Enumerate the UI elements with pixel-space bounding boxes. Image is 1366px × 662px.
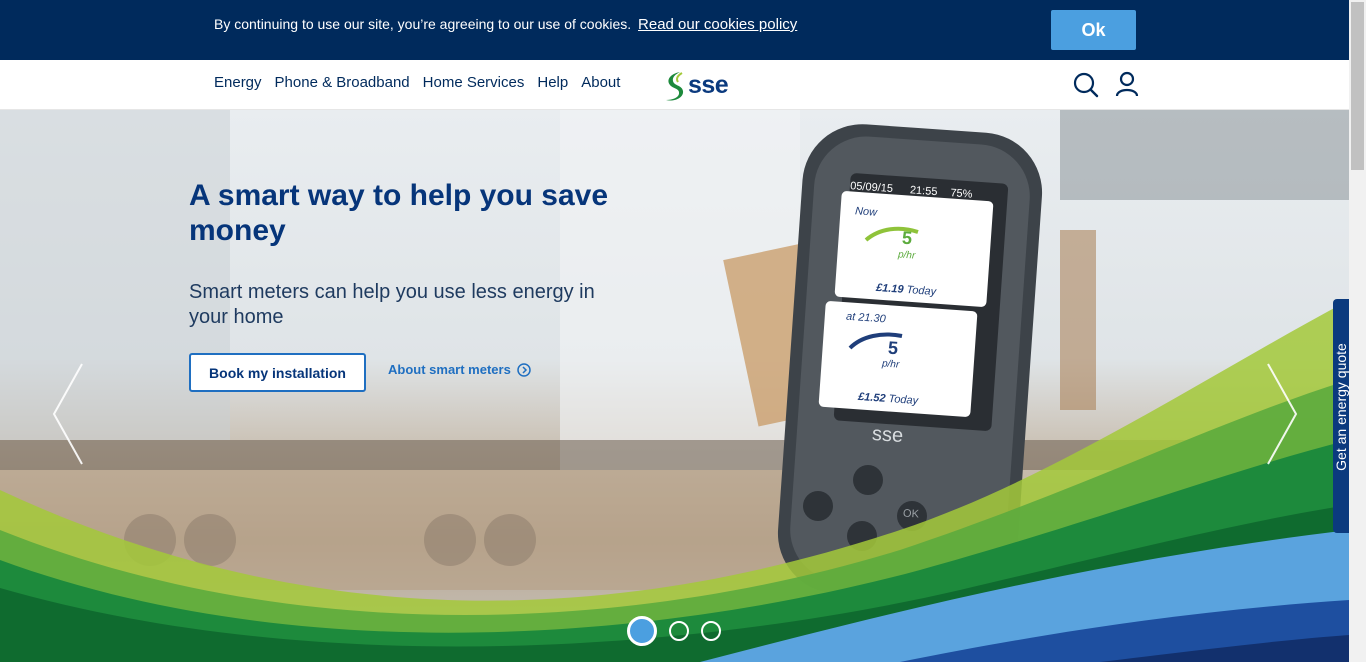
nav-item-help[interactable]: Help bbox=[537, 74, 568, 91]
search-icon[interactable] bbox=[1073, 72, 1099, 98]
carousel-dot-3[interactable] bbox=[701, 621, 721, 641]
device-panel2-today-label: Today bbox=[888, 393, 919, 408]
logo-text: sse bbox=[688, 71, 729, 99]
energy-quote-label: Get an energy quote bbox=[1333, 343, 1349, 471]
main-nav: Energy Phone & Broadband Home Services H… bbox=[214, 74, 620, 91]
device-time: 21:55 bbox=[909, 184, 938, 199]
device-panel1-value: 5 bbox=[901, 227, 913, 249]
device-panel2-unit: p/hr bbox=[881, 358, 900, 371]
nav-item-energy[interactable]: Energy bbox=[214, 74, 262, 91]
device-battery: 75% bbox=[949, 187, 973, 201]
device-panel2-value: 5 bbox=[887, 337, 899, 359]
device-panel2-amount: £1.52 bbox=[857, 390, 886, 405]
device-panel1-label: Now bbox=[854, 205, 878, 219]
scrollbar-thumb[interactable] bbox=[1351, 2, 1364, 170]
cookie-banner: By continuing to use our site, you’re ag… bbox=[0, 0, 1349, 60]
carousel-dots bbox=[627, 616, 721, 646]
device-panel1-amount: £1.19 bbox=[875, 281, 904, 296]
hero-carousel: 05/09/15 21:55 75% Now 5 p/hr £1.19 Toda… bbox=[0, 110, 1349, 662]
about-smart-meters-link[interactable]: About smart meters bbox=[388, 362, 531, 377]
nav-item-about[interactable]: About bbox=[581, 74, 620, 91]
carousel-next-arrow-icon[interactable] bbox=[1262, 362, 1302, 466]
sse-logo[interactable]: sse bbox=[662, 70, 732, 102]
device-panel1-today-label: Today bbox=[906, 284, 937, 299]
page-scrollbar[interactable] bbox=[1349, 0, 1366, 662]
cookies-policy-link[interactable]: Read our cookies policy bbox=[638, 16, 797, 33]
hero-subtitle: Smart meters can help you use less energ… bbox=[189, 281, 595, 328]
arrow-circle-icon bbox=[517, 362, 531, 377]
carousel-dot-2[interactable] bbox=[669, 621, 689, 641]
about-smart-meters-label: About smart meters bbox=[388, 362, 511, 377]
cookie-message: By continuing to use our site, you’re ag… bbox=[214, 16, 797, 33]
book-installation-button[interactable]: Book my installation bbox=[189, 353, 366, 392]
account-icon[interactable] bbox=[1115, 71, 1139, 97]
nav-item-phone-broadband[interactable]: Phone & Broadband bbox=[275, 74, 410, 91]
site-header: Energy Phone & Broadband Home Services H… bbox=[0, 60, 1349, 110]
nav-item-home-services[interactable]: Home Services bbox=[423, 74, 525, 91]
sse-swirl-icon bbox=[666, 72, 684, 101]
page: By continuing to use our site, you’re ag… bbox=[0, 0, 1366, 662]
device-ok-label: OK bbox=[902, 507, 920, 521]
device-brand: sse bbox=[871, 422, 904, 448]
energy-quote-side-tab[interactable]: Get an energy quote bbox=[1333, 299, 1349, 533]
hero-title: A smart way to help you save money bbox=[189, 179, 609, 247]
carousel-dot-1[interactable] bbox=[627, 616, 657, 646]
cookie-ok-button[interactable]: Ok bbox=[1051, 10, 1136, 50]
carousel-prev-arrow-icon[interactable] bbox=[48, 362, 88, 466]
device-panel1-unit: p/hr bbox=[897, 249, 916, 262]
cookie-message-text: By continuing to use our site, you’re ag… bbox=[214, 16, 632, 32]
